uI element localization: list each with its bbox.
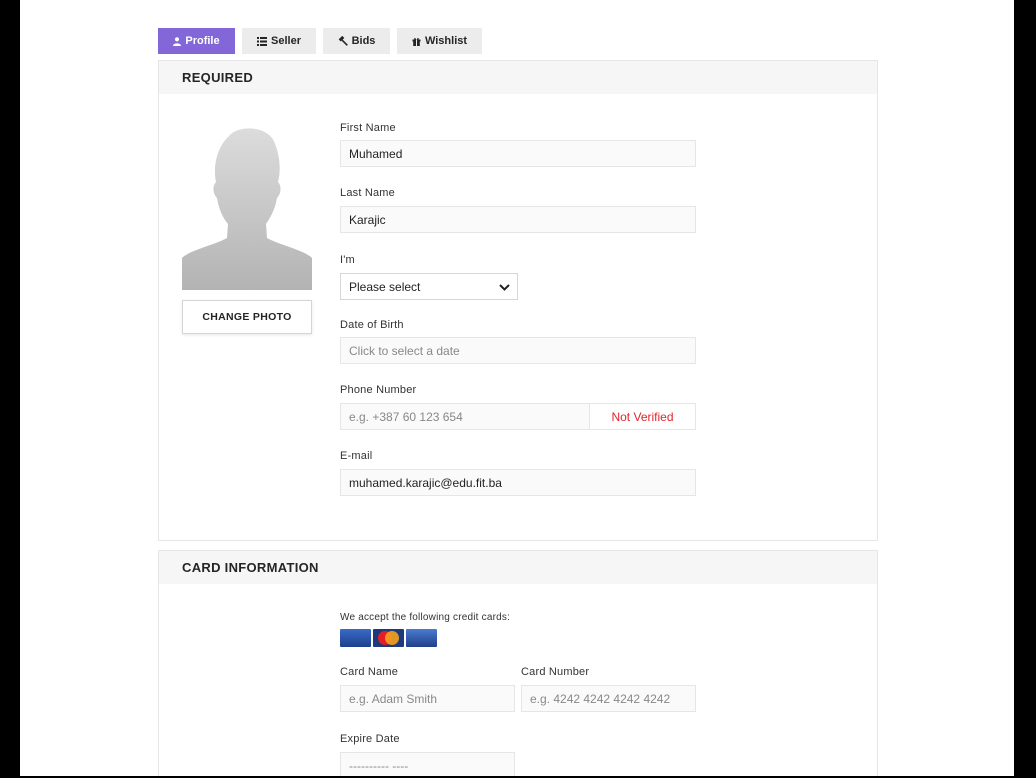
gender-label: I'm: [340, 254, 355, 266]
tab-label: Profile: [185, 35, 220, 47]
email-field[interactable]: [340, 469, 696, 496]
page: Profile Seller Bids Wishlist REQUIRED CH…: [20, 0, 1014, 776]
tab-label: Bids: [351, 35, 376, 47]
card-information-panel: CARD INFORMATION We accept the following…: [158, 550, 878, 776]
required-section-title: REQUIRED: [159, 61, 877, 94]
gender-select[interactable]: Please select: [340, 273, 518, 300]
required-panel: REQUIRED CHANGE PHOTO First Name Last Na…: [158, 60, 878, 541]
email-label: E-mail: [340, 450, 373, 462]
expire-date-label: Expire Date: [340, 733, 400, 745]
change-photo-button[interactable]: CHANGE PHOTO: [182, 300, 312, 334]
tab-profile[interactable]: Profile: [158, 28, 235, 54]
dob-field[interactable]: [340, 337, 696, 364]
tab-seller[interactable]: Seller: [242, 28, 316, 54]
first-name-label: First Name: [340, 122, 396, 134]
tab-label: Wishlist: [424, 35, 468, 47]
card-name-field[interactable]: [340, 685, 515, 712]
card-name-label: Card Name: [340, 666, 399, 678]
phone-label: Phone Number: [340, 384, 417, 396]
tab-bids[interactable]: Bids: [323, 28, 390, 54]
expire-date-field[interactable]: [340, 752, 515, 776]
profile-tabs: Profile Seller Bids Wishlist: [158, 28, 482, 54]
avatar: [182, 126, 312, 290]
last-name-field[interactable]: [340, 206, 696, 233]
card-information-section-title: CARD INFORMATION: [159, 551, 877, 584]
visa-card-icon: [406, 629, 437, 647]
accepted-cards-text: We accept the following credit cards:: [340, 612, 511, 623]
dob-label: Date of Birth: [340, 319, 404, 331]
gavel-icon: [338, 36, 348, 46]
gift-icon: [412, 37, 421, 46]
chevron-down-icon: [499, 280, 510, 294]
card-number-label: Card Number: [521, 666, 590, 678]
card-number-field[interactable]: [521, 685, 696, 712]
tab-label: Seller: [271, 35, 301, 47]
phone-verification-status: Not Verified: [589, 403, 696, 430]
list-icon: [257, 36, 268, 46]
first-name-field[interactable]: [340, 140, 696, 167]
user-icon: [173, 36, 182, 46]
tab-wishlist[interactable]: Wishlist: [397, 28, 482, 54]
gender-select-value: Please select: [349, 279, 421, 294]
visa-card-icon: [340, 629, 371, 647]
phone-field[interactable]: [340, 403, 590, 430]
mastercard-icon: [373, 629, 404, 647]
last-name-label: Last Name: [340, 187, 395, 199]
